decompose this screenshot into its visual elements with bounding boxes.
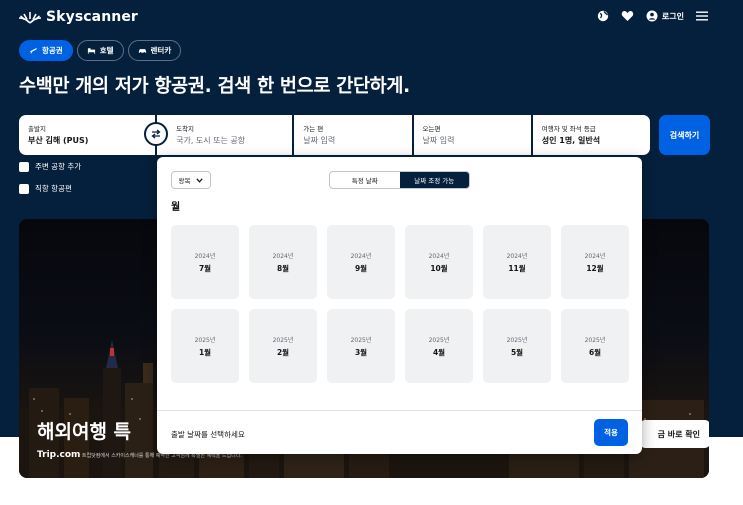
car-icon bbox=[138, 49, 146, 54]
product-tabs: 항공권 호텔 렌터카 bbox=[19, 40, 182, 61]
month-label: 3월 bbox=[354, 347, 368, 357]
origin-value: 부산 김해 (PUS) bbox=[28, 136, 89, 145]
month-year: 2025년 bbox=[272, 336, 294, 344]
segment-specific-date[interactable]: 특정 날짜 bbox=[330, 172, 400, 188]
segment-flexible-date[interactable]: 날짜 조정 가능 bbox=[399, 172, 469, 188]
page: Skyscanner 로그인 항공권 호텔 렌터카 수백만 개의 저가 항공권.… bbox=[0, 0, 743, 505]
month-section-title: 월 bbox=[171, 202, 181, 213]
tab-car-rental-label: 렌터카 bbox=[150, 46, 172, 55]
nearby-airports-checkbox[interactable]: 주변 공항 추가 bbox=[19, 161, 81, 172]
checkbox-box[interactable] bbox=[19, 161, 29, 172]
month-year: 2025년 bbox=[506, 336, 528, 344]
date-mode-toggle: 특정 날짜 날짜 조정 가능 bbox=[329, 171, 470, 189]
travelers-value: 성인 1명, 일반석 bbox=[541, 136, 601, 145]
tab-hotels-label: 호텔 bbox=[99, 46, 114, 55]
popup-divider bbox=[157, 410, 642, 411]
date-picker-popup: 왕복 특정 날짜 날짜 조정 가능 월 2024년 7월 2024년 8월 2024… bbox=[157, 157, 642, 454]
month-cell[interactable]: 2025년 3월 bbox=[327, 309, 395, 383]
travelers-field[interactable]: 여행자 및 좌석 등급 성인 1명, 일반석 bbox=[532, 115, 650, 155]
month-label: 2월 bbox=[276, 347, 290, 357]
travelers-label: 여행자 및 좌석 등급 bbox=[541, 125, 596, 133]
user-icon bbox=[646, 10, 658, 22]
login-button[interactable]: 로그인 bbox=[646, 10, 684, 22]
month-label: 1월 bbox=[198, 347, 212, 357]
month-year: 2025년 bbox=[350, 336, 372, 344]
month-year: 2025년 bbox=[428, 336, 450, 344]
tab-car-rental[interactable]: 렌터카 bbox=[127, 40, 182, 61]
month-label: 7월 bbox=[198, 263, 212, 273]
search-bar: 출발지 부산 김해 (PUS) 도착지 국가, 도시 또는 공항 가는 편 날짜… bbox=[19, 115, 650, 155]
month-label: 11월 bbox=[508, 263, 526, 273]
month-label: 8월 bbox=[276, 263, 290, 273]
logo-text: Skyscanner bbox=[46, 9, 138, 25]
search-button[interactable]: 검색하기 bbox=[659, 115, 710, 155]
plane-icon bbox=[29, 47, 38, 55]
month-cell[interactable]: 2024년 7월 bbox=[171, 225, 239, 299]
direct-flights-label: 직항 항공편 bbox=[35, 184, 72, 193]
origin-field[interactable]: 출발지 부산 김해 (PUS) bbox=[19, 115, 156, 155]
month-cell[interactable]: 2024년 10월 bbox=[405, 225, 473, 299]
month-cell[interactable]: 2024년 11월 bbox=[483, 225, 551, 299]
month-label: 5월 bbox=[510, 347, 524, 357]
bed-icon bbox=[87, 48, 95, 54]
heart-icon[interactable] bbox=[621, 9, 635, 23]
page-headline: 수백만 개의 저가 항공권. 검색 한 번으로 간단하게. bbox=[19, 76, 410, 97]
banner-cta-button[interactable]: 금 바로 확인 bbox=[640, 420, 709, 448]
month-cell[interactable]: 2025년 6월 bbox=[561, 309, 629, 383]
month-cell[interactable]: 2025년 4월 bbox=[405, 309, 473, 383]
header-actions: 로그인 bbox=[596, 9, 709, 23]
origin-label: 출발지 bbox=[28, 125, 46, 133]
month-cell[interactable]: 2025년 2월 bbox=[249, 309, 317, 383]
tab-flights-label: 항공권 bbox=[42, 46, 63, 55]
trip-com-logo: Trip.com bbox=[37, 450, 81, 460]
month-label: 9월 bbox=[354, 263, 368, 273]
month-year: 2024년 bbox=[350, 252, 372, 260]
return-date-field[interactable]: 오는편 날짜 입력 bbox=[413, 115, 531, 155]
month-year: 2025년 bbox=[584, 336, 606, 344]
trip-type-value: 왕복 bbox=[178, 177, 191, 185]
month-year: 2024년 bbox=[506, 252, 528, 260]
month-year: 2024년 bbox=[584, 252, 606, 260]
direct-flights-checkbox[interactable]: 직항 항공편 bbox=[19, 183, 72, 194]
month-cell[interactable]: 2025년 5월 bbox=[483, 309, 551, 383]
select-departure-hint: 출발 날짜를 선택하세요 bbox=[171, 430, 245, 439]
month-grid: 2024년 7월 2024년 8월 2024년 9월 2024년 10월 2024년 11… bbox=[171, 225, 629, 383]
month-cell[interactable]: 2024년 8월 bbox=[249, 225, 317, 299]
month-cell[interactable]: 2024년 12월 bbox=[561, 225, 629, 299]
depart-date-field[interactable]: 가는 편 날짜 입력 bbox=[294, 115, 412, 155]
destination-placeholder: 국가, 도시 또는 공항 bbox=[176, 136, 246, 145]
month-year: 2024년 bbox=[194, 252, 216, 260]
skyscanner-logo[interactable]: Skyscanner bbox=[19, 9, 138, 25]
trip-type-select[interactable]: 왕복 bbox=[171, 171, 211, 189]
month-year: 2025년 bbox=[194, 336, 216, 344]
month-year: 2024년 bbox=[272, 252, 294, 260]
swap-icon bbox=[151, 129, 161, 139]
apply-button[interactable]: 적용 bbox=[594, 419, 628, 446]
depart-placeholder: 날짜 입력 bbox=[303, 136, 336, 145]
month-cell[interactable]: 2025년 1월 bbox=[171, 309, 239, 383]
depart-label: 가는 편 bbox=[303, 125, 324, 133]
month-cell[interactable]: 2024년 9월 bbox=[327, 225, 395, 299]
destination-label: 도착지 bbox=[176, 125, 195, 133]
swap-airports-button[interactable] bbox=[144, 122, 168, 146]
globe-icon[interactable] bbox=[596, 9, 610, 23]
month-label: 10월 bbox=[430, 263, 448, 273]
banner-title: 해외여행 특 bbox=[37, 421, 132, 443]
month-year: 2024년 bbox=[428, 252, 450, 260]
return-placeholder: 날짜 입력 bbox=[422, 136, 455, 145]
month-label: 4월 bbox=[432, 347, 446, 357]
month-label: 12월 bbox=[586, 263, 604, 273]
nearby-airports-label: 주변 공항 추가 bbox=[35, 162, 82, 171]
menu-icon[interactable] bbox=[695, 9, 709, 23]
destination-field[interactable]: 도착지 국가, 도시 또는 공항 bbox=[157, 115, 293, 155]
chevron-down-icon bbox=[196, 177, 204, 183]
return-label: 오는편 bbox=[422, 125, 441, 133]
logo-sun-icon bbox=[19, 12, 41, 24]
login-label: 로그인 bbox=[661, 11, 684, 21]
checkbox-box[interactable] bbox=[19, 183, 29, 194]
tab-flights[interactable]: 항공권 bbox=[19, 40, 73, 61]
month-label: 6월 bbox=[588, 347, 602, 357]
tab-hotels[interactable]: 호텔 bbox=[76, 40, 124, 61]
